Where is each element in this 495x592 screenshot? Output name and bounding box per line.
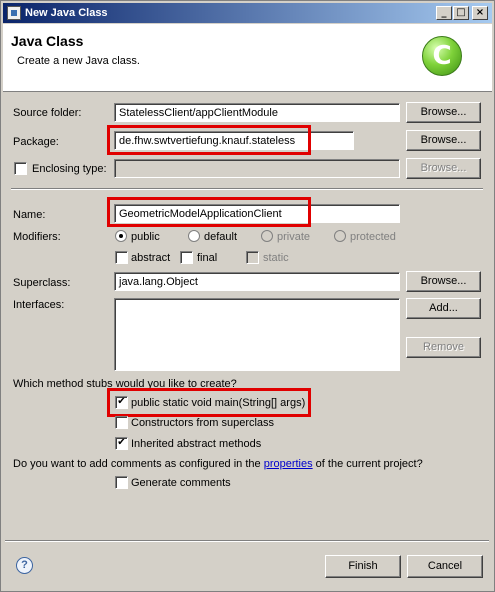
package-input[interactable]: de.fhw.swtvertiefung.knauf.stateless xyxy=(114,131,354,150)
window-title: New Java Class xyxy=(25,7,108,19)
modifiers-label: Modifiers: xyxy=(13,231,61,243)
default-label: default xyxy=(204,231,238,243)
generate-comments-label: Generate comments xyxy=(131,477,231,489)
window-icon xyxy=(7,6,21,20)
constructors-label: Constructors from superclass xyxy=(131,417,275,429)
footer-separator xyxy=(5,540,489,542)
abstract-label: abstract xyxy=(131,252,171,264)
minimize-button[interactable]: _ xyxy=(436,6,452,20)
private-radio[interactable] xyxy=(261,230,273,242)
default-radio[interactable] xyxy=(188,230,200,242)
help-icon[interactable]: ? xyxy=(16,557,33,574)
properties-link[interactable]: properties xyxy=(264,458,313,470)
generate-comments-checkbox[interactable] xyxy=(115,476,128,489)
main-method-checkbox[interactable]: ✔ xyxy=(115,396,128,409)
inherited-methods-label: Inherited abstract methods xyxy=(131,438,262,450)
comments-question: Do you want to add comments as configure… xyxy=(13,458,423,470)
private-label: private xyxy=(277,231,311,243)
superclass-label: Superclass: xyxy=(13,277,71,289)
interfaces-list[interactable] xyxy=(114,298,400,371)
comments-question-prefix: Do you want to add comments as configure… xyxy=(13,458,264,470)
remove-interface-button[interactable]: Remove xyxy=(406,337,481,358)
name-label: Name: xyxy=(13,209,46,221)
public-label: public xyxy=(131,231,160,243)
protected-radio[interactable] xyxy=(334,230,346,242)
java-class-logo-icon: C xyxy=(422,36,462,76)
close-button[interactable]: × xyxy=(472,6,488,20)
abstract-checkbox[interactable] xyxy=(115,251,128,264)
add-interface-button[interactable]: Add... xyxy=(406,298,481,319)
public-radio[interactable] xyxy=(115,230,127,242)
inherited-methods-checkbox[interactable]: ✔ xyxy=(115,437,128,450)
maximize-button[interactable]: □ xyxy=(453,6,469,20)
header-banner: Java Class Create a new Java class. C xyxy=(3,24,492,92)
title-bar[interactable]: New Java Class _ □ × xyxy=(3,3,492,23)
protected-label: protected xyxy=(350,231,396,243)
static-checkbox[interactable] xyxy=(246,251,259,264)
superclass-browse-button[interactable]: Browse... xyxy=(406,271,481,292)
enclosing-type-browse-button[interactable]: Browse... xyxy=(406,158,481,179)
source-folder-browse-button[interactable]: Browse... xyxy=(406,102,481,123)
package-browse-button[interactable]: Browse... xyxy=(406,130,481,151)
finish-button[interactable]: Finish xyxy=(325,555,401,578)
superclass-input[interactable]: java.lang.Object xyxy=(114,272,400,291)
enclosing-type-checkbox[interactable] xyxy=(14,162,27,175)
final-checkbox[interactable] xyxy=(180,251,193,264)
enclosing-type-input[interactable] xyxy=(114,159,400,178)
method-stubs-question: Which method stubs would you like to cre… xyxy=(13,378,237,390)
final-label: final xyxy=(197,252,218,264)
main-method-label: public static void main(String[] args) xyxy=(131,397,306,409)
page-description: Create a new Java class. xyxy=(17,55,140,67)
new-java-class-dialog: New Java Class _ □ × Java Class Create a… xyxy=(0,0,495,592)
cancel-button[interactable]: Cancel xyxy=(407,555,483,578)
constructors-checkbox[interactable] xyxy=(115,416,128,429)
source-folder-label: Source folder: xyxy=(13,107,82,119)
source-folder-input[interactable]: StatelessClient/appClientModule xyxy=(114,103,400,122)
interfaces-label: Interfaces: xyxy=(13,299,65,311)
separator xyxy=(11,188,483,190)
static-label: static xyxy=(263,252,289,264)
package-label: Package: xyxy=(13,136,59,148)
enclosing-type-label: Enclosing type: xyxy=(32,163,107,175)
comments-question-suffix: of the current project? xyxy=(312,458,423,470)
class-name-input[interactable]: GeometricModelApplicationClient xyxy=(114,204,400,223)
page-title: Java Class xyxy=(11,33,84,49)
